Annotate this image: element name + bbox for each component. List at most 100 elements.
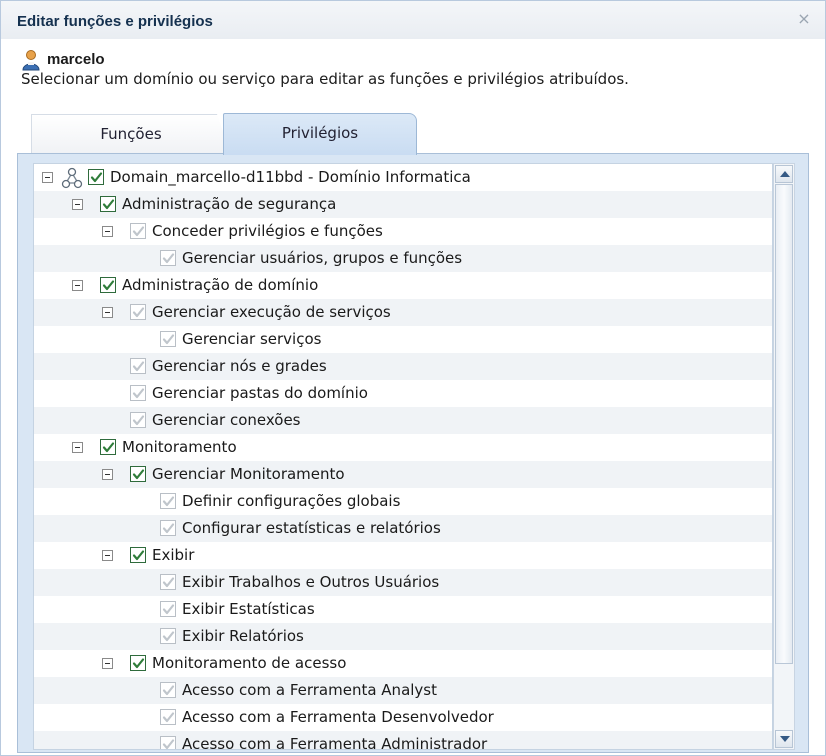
collapse-icon[interactable] xyxy=(42,172,53,183)
checkmark-icon xyxy=(132,226,145,237)
tab-funcoes[interactable]: Funções xyxy=(31,114,231,154)
tree-scrollbar[interactable] xyxy=(773,163,795,750)
checkmark-icon xyxy=(162,577,175,588)
privilege-label: Domain_marcello-d11bbd - Domínio Informa… xyxy=(110,168,471,186)
tree-row[interactable]: Exibir xyxy=(34,542,772,569)
scroll-up-button[interactable] xyxy=(775,165,793,183)
checkmark-icon xyxy=(132,469,145,480)
tree-row[interactable]: Conceder privilégios e funções xyxy=(34,218,772,245)
tree-row[interactable]: Gerenciar Monitoramento xyxy=(34,461,772,488)
privilege-checkbox[interactable] xyxy=(100,196,116,212)
close-icon[interactable]: × xyxy=(795,10,813,28)
tab-privilegios[interactable]: Privilégios xyxy=(223,113,417,155)
dialog-titlebar: Editar funções e privilégios × xyxy=(1,1,825,39)
checkmark-icon xyxy=(132,415,145,426)
tree-row[interactable]: Administração de segurança xyxy=(34,191,772,218)
tree-row[interactable]: Exibir Trabalhos e Outros Usuários xyxy=(34,569,772,596)
checkmark-icon xyxy=(162,631,175,642)
privilege-checkbox[interactable] xyxy=(160,574,176,590)
privilege-label: Monitoramento de acesso xyxy=(152,654,347,672)
privilege-checkbox[interactable] xyxy=(160,736,176,749)
checkmark-icon xyxy=(132,550,145,561)
privilege-label: Gerenciar conexões xyxy=(152,411,301,429)
privilege-checkbox[interactable] xyxy=(130,412,146,428)
privilege-checkbox[interactable] xyxy=(100,439,116,455)
tree-row[interactable]: Acesso com a Ferramenta Administrador xyxy=(34,731,772,750)
tree-row[interactable]: Acesso com a Ferramenta Analyst xyxy=(34,677,772,704)
checkmark-icon xyxy=(132,307,145,318)
tree-row[interactable]: Gerenciar execução de serviços xyxy=(34,299,772,326)
dialog-title: Editar funções e privilégios xyxy=(17,13,213,30)
privileges-tree: Domain_marcello-d11bbd - Domínio Informa… xyxy=(33,163,773,750)
privilege-checkbox[interactable] xyxy=(130,547,146,563)
privilege-label: Gerenciar Monitoramento xyxy=(152,465,345,483)
privilege-checkbox[interactable] xyxy=(130,655,146,671)
tree-row[interactable]: Exibir Relatórios xyxy=(34,623,772,650)
checkmark-icon xyxy=(102,442,115,453)
privilege-checkbox[interactable] xyxy=(160,520,176,536)
scroll-thumb[interactable] xyxy=(775,184,793,664)
checkmark-icon xyxy=(162,739,175,749)
arrow-up-icon xyxy=(780,171,790,177)
privilege-label: Conceder privilégios e funções xyxy=(152,222,383,240)
privilege-label: Gerenciar pastas do domínio xyxy=(152,384,368,402)
checkmark-icon xyxy=(132,658,145,669)
tree-row[interactable]: Gerenciar serviços xyxy=(34,326,772,353)
scroll-down-button[interactable] xyxy=(775,730,793,748)
checkmark-icon xyxy=(90,172,103,183)
tree-row[interactable]: Gerenciar usuários, grupos e funções xyxy=(34,245,772,272)
privilege-checkbox[interactable] xyxy=(100,277,116,293)
tree-row[interactable]: Monitoramento xyxy=(34,434,772,461)
privilege-checkbox[interactable] xyxy=(88,169,104,185)
tree-row[interactable]: Administração de domínio xyxy=(34,272,772,299)
edit-roles-privileges-dialog: Editar funções e privilégios × marcelo S… xyxy=(0,0,826,756)
collapse-icon[interactable] xyxy=(72,280,83,291)
privilege-checkbox[interactable] xyxy=(130,358,146,374)
checkmark-icon xyxy=(162,496,175,507)
collapse-icon[interactable] xyxy=(102,307,113,318)
privilege-label: Exibir Estatísticas xyxy=(182,600,315,618)
privilege-label: Acesso com a Ferramenta Desenvolvedor xyxy=(182,708,494,726)
privilege-label: Exibir xyxy=(152,546,195,564)
privilege-checkbox[interactable] xyxy=(160,628,176,644)
privilege-checkbox[interactable] xyxy=(130,466,146,482)
domain-icon xyxy=(61,167,83,189)
privilege-checkbox[interactable] xyxy=(160,709,176,725)
tree-row[interactable]: Gerenciar conexões xyxy=(34,407,772,434)
privilege-label: Gerenciar serviços xyxy=(182,330,322,348)
privilege-label: Administração de domínio xyxy=(122,276,319,294)
privilege-label: Gerenciar usuários, grupos e funções xyxy=(182,249,463,267)
privilege-checkbox[interactable] xyxy=(160,250,176,266)
privilege-checkbox[interactable] xyxy=(130,385,146,401)
tree-row[interactable]: Exibir Estatísticas xyxy=(34,596,772,623)
checkmark-icon xyxy=(132,388,145,399)
tree-row[interactable]: Gerenciar nós e grades xyxy=(34,353,772,380)
privilege-checkbox[interactable] xyxy=(160,601,176,617)
checkmark-icon xyxy=(102,280,115,291)
privilege-label: Acesso com a Ferramenta Administrador xyxy=(182,735,488,750)
user-name: marcelo xyxy=(47,51,105,68)
privilege-label: Administração de segurança xyxy=(122,195,337,213)
tree-row[interactable]: Gerenciar pastas do domínio xyxy=(34,380,772,407)
collapse-icon[interactable] xyxy=(102,550,113,561)
collapse-icon[interactable] xyxy=(102,658,113,669)
privilege-label: Gerenciar execução de serviços xyxy=(152,303,391,321)
tree-row[interactable]: Domain_marcello-d11bbd - Domínio Informa… xyxy=(34,164,772,191)
privilege-checkbox[interactable] xyxy=(160,682,176,698)
tree-row[interactable]: Monitoramento de acesso xyxy=(34,650,772,677)
checkmark-icon xyxy=(162,685,175,696)
privilege-checkbox[interactable] xyxy=(130,304,146,320)
collapse-icon[interactable] xyxy=(102,469,113,480)
checkmark-icon xyxy=(132,361,145,372)
tree-row[interactable]: Definir configurações globais xyxy=(34,488,772,515)
tree-row[interactable]: Acesso com a Ferramenta Desenvolvedor xyxy=(34,704,772,731)
privilege-checkbox[interactable] xyxy=(160,331,176,347)
collapse-icon[interactable] xyxy=(102,226,113,237)
privilege-checkbox[interactable] xyxy=(130,223,146,239)
privilege-label: Monitoramento xyxy=(122,438,237,456)
tree-row[interactable]: Configurar estatísticas e relatórios xyxy=(34,515,772,542)
collapse-icon[interactable] xyxy=(72,199,83,210)
collapse-icon[interactable] xyxy=(72,442,83,453)
privilege-label: Exibir Relatórios xyxy=(182,627,304,645)
privilege-checkbox[interactable] xyxy=(160,493,176,509)
